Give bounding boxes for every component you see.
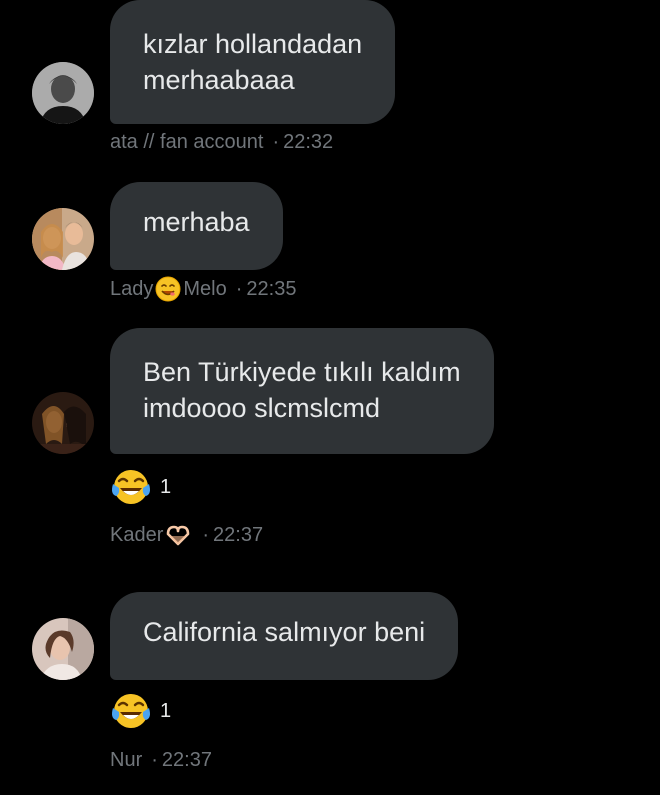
smiling-face-emoji-icon: [155, 276, 181, 302]
separator-dot: ·: [151, 749, 158, 771]
timestamp: 22:37: [161, 749, 212, 771]
message-bubble[interactable]: Ben Türkiyede tıkılı kaldım imdoooo slcm…: [110, 328, 494, 454]
reaction-chip[interactable]: 1: [110, 466, 171, 508]
message-text: merhaabaaa: [143, 65, 295, 95]
message-meta: ata // fan account · 22:32: [110, 130, 333, 154]
message-text: Ben Türkiyede tıkılı kaldım: [143, 357, 461, 387]
tears-of-joy-emoji-icon: [112, 694, 150, 728]
message-meta: Kader · 22:37: [110, 522, 263, 548]
message-bubble[interactable]: California salmıyor beni: [110, 592, 459, 680]
reaction-count: 1: [160, 475, 172, 498]
separator-dot: ·: [272, 131, 280, 153]
sender-name[interactable]: Lady: [110, 277, 153, 301]
message-text: merhaba: [143, 207, 250, 237]
sender-name[interactable]: Nur: [110, 748, 142, 772]
sender-name[interactable]: Kader: [110, 523, 163, 547]
reaction-count: 1: [160, 699, 172, 722]
message-meta: Lady Melo · 22:35: [110, 276, 296, 302]
timestamp: 22:32: [283, 131, 334, 153]
avatar[interactable]: [32, 392, 94, 454]
separator-dot: ·: [202, 524, 210, 546]
message-text: imdoooo slcmslcmd: [143, 393, 381, 423]
sender-name[interactable]: ata // fan account: [110, 130, 263, 154]
tears-of-joy-emoji-icon: [112, 470, 150, 504]
message-bubble[interactable]: merhaba: [110, 182, 283, 270]
avatar[interactable]: [32, 62, 94, 124]
sender-name-suffix[interactable]: Melo: [183, 277, 226, 301]
message-text: California salmıyor beni: [143, 617, 426, 647]
avatar[interactable]: [32, 208, 94, 270]
timestamp: 22:37: [213, 524, 264, 546]
reaction-chip[interactable]: 1: [110, 690, 171, 732]
avatar[interactable]: [32, 618, 94, 680]
timestamp: 22:35: [246, 278, 297, 300]
heart-hands-emoji-icon: [167, 525, 190, 546]
message-meta: Nur · 22:37: [110, 748, 212, 772]
separator-dot: ·: [235, 278, 243, 300]
message-text: kızlar hollandadan: [143, 29, 363, 59]
message-bubble[interactable]: kızlar hollandadan merhaabaaa: [110, 0, 396, 124]
